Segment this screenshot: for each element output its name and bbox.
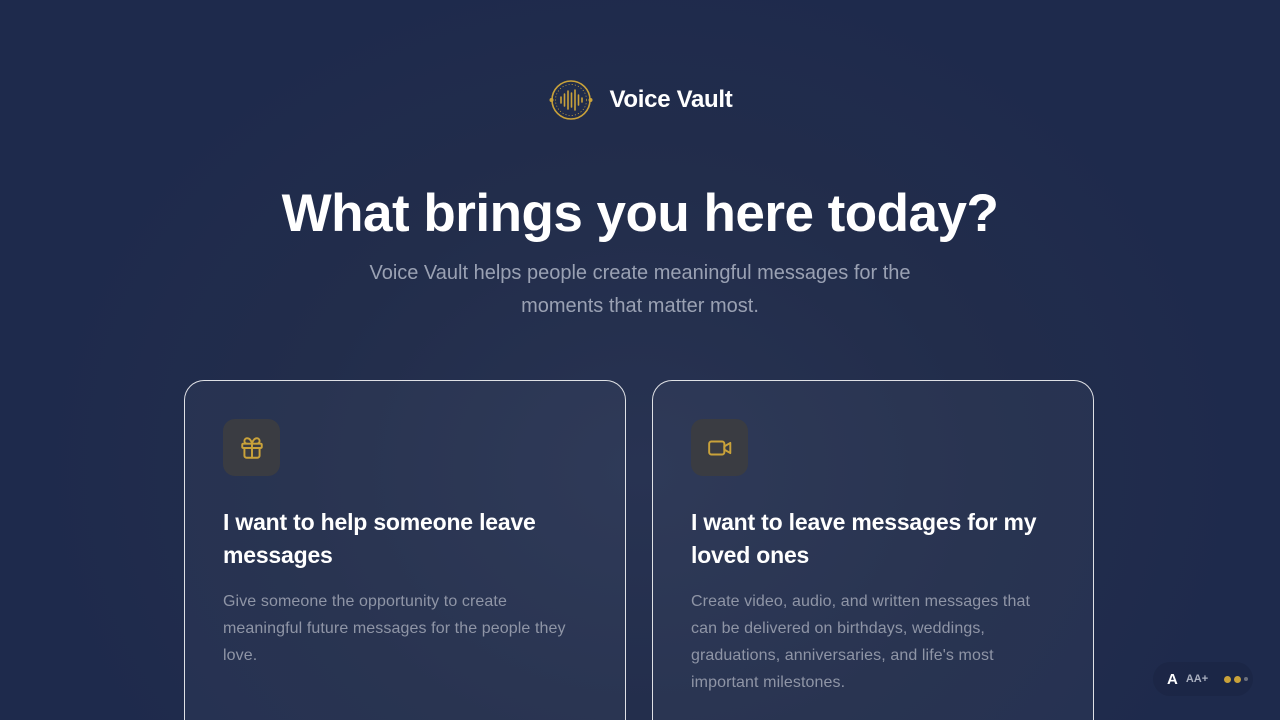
- card-title: I want to leave messages for my loved on…: [691, 509, 1037, 568]
- card-description: Create video, audio, and written message…: [691, 593, 1031, 691]
- card-description: Give someone the opportunity to create m…: [223, 593, 566, 664]
- dot: [1224, 675, 1232, 683]
- font-size-default-button[interactable]: A: [1167, 671, 1178, 688]
- contrast-dots-icon[interactable]: [1224, 675, 1249, 683]
- card-icon-container: [691, 419, 748, 476]
- font-size-increase-button[interactable]: AA+: [1186, 673, 1208, 685]
- brand-name: Voice Vault: [609, 86, 733, 113]
- card-icon-container: [223, 419, 280, 476]
- card-title: I want to help someone leave messages: [223, 509, 536, 568]
- option-card-leave-messages[interactable]: I want to leave messages for my loved on…: [652, 380, 1094, 720]
- page-subtitle: Voice Vault helps people create meaningf…: [369, 262, 911, 317]
- soundwave-circle-icon: [549, 80, 592, 120]
- accessibility-toolbar: A AA+: [1153, 662, 1253, 696]
- brand-header: Voice Vault: [0, 78, 1280, 122]
- dot: [1234, 675, 1242, 683]
- gift-icon: [240, 436, 263, 459]
- page-title: What brings you here today?: [281, 184, 999, 243]
- option-card-help-someone[interactable]: I want to help someone leave messages Gi…: [184, 380, 626, 720]
- dot: [1244, 677, 1249, 681]
- video-camera-icon: [707, 440, 731, 455]
